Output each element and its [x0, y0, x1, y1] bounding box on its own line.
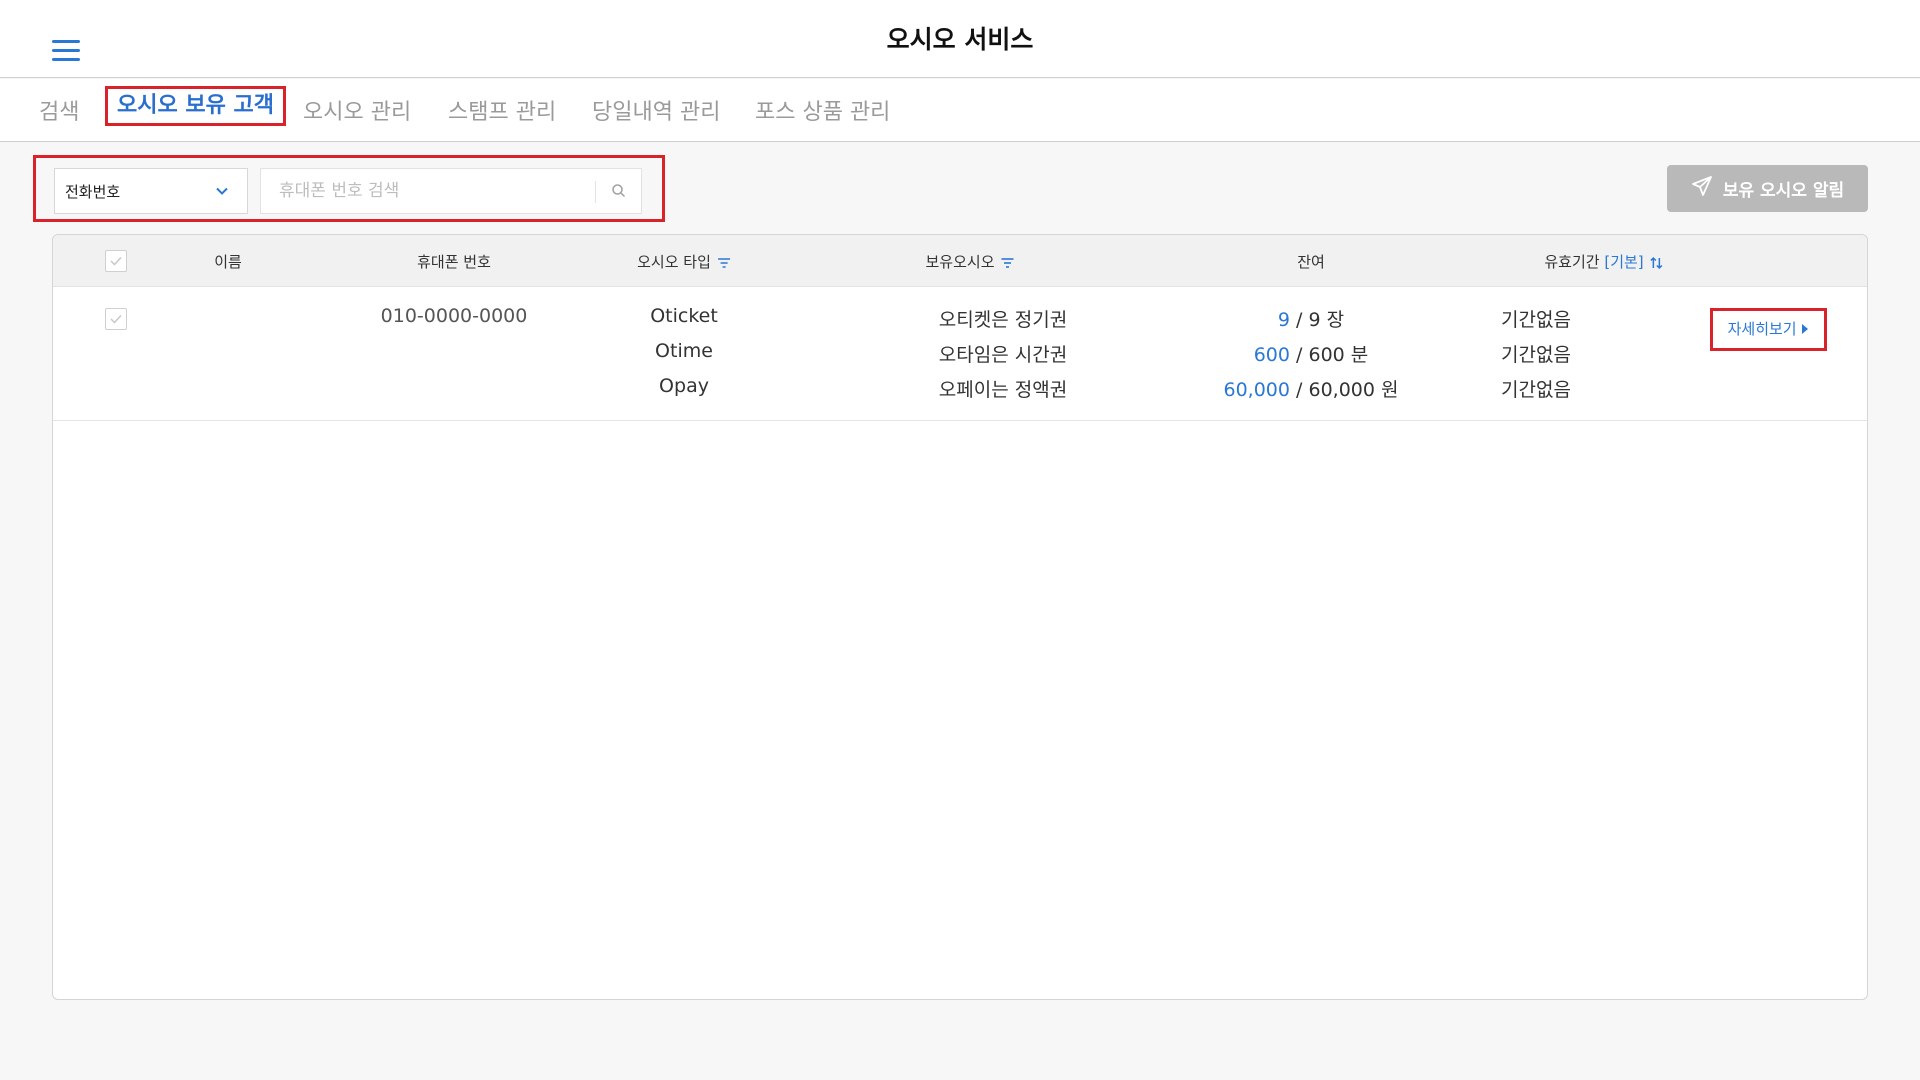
balance-separator: /	[1296, 309, 1303, 331]
osio-type: Opay	[659, 375, 709, 397]
tab-bar: 검색 오시오 관리 스탬프 관리 당일내역 관리 포스 상품 관리	[0, 79, 1920, 142]
table-header: 이름 휴대폰 번호 오시오 타입 보유오시오 잔여 유효기간 [기본]	[53, 235, 1867, 287]
balance-separator: /	[1296, 344, 1303, 366]
tab-osio-customers[interactable]: 오시오 보유 고객	[105, 86, 286, 126]
balance: 60,000 / 60,000 원	[1224, 375, 1399, 402]
col-name: 이름	[214, 253, 242, 271]
customer-phone: 010-0000-0000	[380, 305, 528, 327]
notify-holding-button[interactable]: 보유 오시오 알림	[1667, 165, 1868, 212]
caret-right-icon	[1801, 320, 1809, 338]
expiry-mode-toggle[interactable]: [기본]	[1604, 253, 1643, 271]
search-box	[260, 168, 642, 214]
col-holding: 보유오시오	[925, 253, 995, 271]
balance-total: 9	[1308, 309, 1321, 331]
holding-osio: 오페이는 정액권	[938, 379, 1068, 401]
tab-stamp-management[interactable]: 스탬프 관리	[448, 93, 556, 133]
send-icon	[1691, 175, 1713, 202]
table-row[interactable]: 010-0000-0000 Oticket Otime Opay 오티켓은 정기…	[53, 288, 1867, 421]
col-type: 오시오 타입	[637, 253, 711, 271]
search-type-value: 전화번호	[65, 183, 121, 201]
app-header: 오시오 서비스	[0, 0, 1920, 78]
notify-button-label: 보유 오시오 알림	[1722, 181, 1845, 201]
balance: 9 / 9 장	[1278, 305, 1344, 332]
balance-total: 60,000	[1308, 379, 1375, 401]
expiry: 기간없음	[1501, 309, 1571, 331]
tab-osio-management[interactable]: 오시오 관리	[303, 93, 411, 133]
search-divider	[595, 181, 596, 203]
col-expiry-header: 유효기간 [기본]	[1544, 251, 1663, 272]
balance-unit: 원	[1381, 379, 1399, 401]
balance-total: 600	[1308, 344, 1345, 366]
search-icon[interactable]	[611, 183, 627, 203]
search-group: 전화번호	[33, 155, 665, 222]
balance-unit: 장	[1326, 309, 1345, 331]
balance-remaining: 9	[1277, 309, 1290, 331]
col-phone: 휴대폰 번호	[417, 253, 491, 271]
filter-icon[interactable]	[995, 253, 1015, 271]
balance-separator: /	[1296, 379, 1303, 401]
row-checkbox[interactable]	[105, 308, 127, 330]
expiry: 기간없음	[1501, 344, 1571, 366]
balance-remaining: 600	[1253, 344, 1290, 366]
col-holding-header: 보유오시오	[925, 251, 1014, 272]
balance: 600 / 600 분	[1254, 340, 1369, 367]
holding-osio: 오티켓은 정기권	[938, 309, 1068, 331]
tab-search[interactable]: 검색	[39, 93, 79, 133]
view-details-button[interactable]: 자세히보기	[1710, 308, 1827, 351]
page-title: 오시오 서비스	[886, 25, 1034, 54]
tab-pos-products[interactable]: 포스 상품 관리	[755, 93, 890, 133]
phone-search-input[interactable]	[261, 169, 595, 213]
col-balance: 잔여	[1297, 253, 1325, 271]
tab-daily-history[interactable]: 당일내역 관리	[592, 93, 720, 133]
col-expiry: 유효기간	[1544, 253, 1600, 271]
search-type-select[interactable]: 전화번호	[54, 168, 248, 214]
osio-type: Oticket	[650, 305, 718, 327]
col-type-header: 오시오 타입	[637, 251, 731, 272]
osio-type: Otime	[655, 340, 713, 362]
sort-icon[interactable]	[1644, 253, 1664, 271]
expiry: 기간없음	[1501, 379, 1571, 401]
view-details-label: 자세히보기	[1727, 320, 1797, 338]
select-all-checkbox[interactable]	[105, 250, 127, 272]
holding-osio: 오타임은 시간권	[938, 344, 1068, 366]
customer-table: 이름 휴대폰 번호 오시오 타입 보유오시오 잔여 유효기간 [기본] 010-…	[52, 234, 1868, 1000]
balance-unit: 분	[1350, 344, 1369, 366]
filter-icon[interactable]	[711, 253, 731, 271]
balance-remaining: 60,000	[1223, 379, 1290, 401]
chevron-down-icon	[215, 183, 229, 202]
